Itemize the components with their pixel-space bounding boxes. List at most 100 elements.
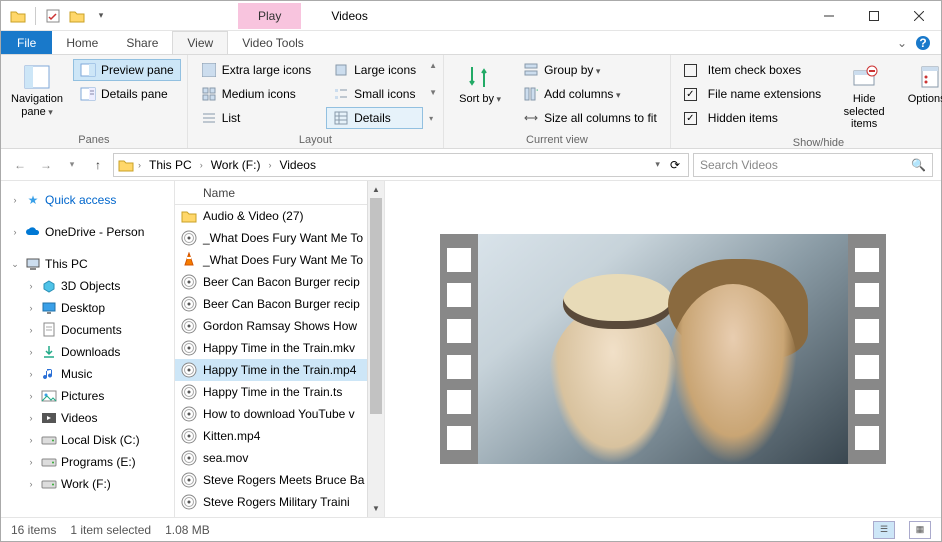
nav-item[interactable]: ›Pictures <box>1 385 174 407</box>
nav-item[interactable]: ›Programs (E:) <box>1 451 174 473</box>
context-tab-play[interactable]: Play <box>238 3 301 29</box>
breadcrumb-this-pc[interactable]: This PC <box>145 156 196 174</box>
properties-icon[interactable] <box>42 5 64 27</box>
tab-home[interactable]: Home <box>52 31 112 54</box>
file-row[interactable]: _What Does Fury Want Me To <box>175 249 384 271</box>
file-type-icon <box>181 428 197 444</box>
file-name: How to download YouTube v <box>203 407 355 421</box>
breadcrumb-bar[interactable]: › This PC › Work (F:) › Videos ▾ ⟳ <box>113 153 689 177</box>
hide-selected-button[interactable]: Hide selected items <box>834 59 894 135</box>
nav-item-icon <box>41 344 57 360</box>
layout-more-icon[interactable]: ▾ <box>429 114 437 123</box>
maximize-button[interactable] <box>851 1 896 31</box>
ribbon-group-current-view: Sort by Group by +Add columns Size all c… <box>444 55 671 148</box>
details-view-toggle[interactable]: ☰ <box>873 521 895 539</box>
status-size: 1.08 MB <box>165 523 210 537</box>
file-row[interactable]: Audio & Video (27) <box>175 205 384 227</box>
cloud-icon <box>25 224 41 240</box>
large-icons-button[interactable]: Large icons <box>326 59 423 81</box>
file-row[interactable]: Happy Time in the Train.mkv <box>175 337 384 359</box>
file-row[interactable]: Gordon Ramsay Shows How <box>175 315 384 337</box>
nav-item[interactable]: ›Videos <box>1 407 174 429</box>
details-view-button[interactable]: Details <box>326 107 423 129</box>
explorer-body: ›★Quick access ›OneDrive - Person ⌄This … <box>1 181 941 517</box>
file-row[interactable]: Steve Rogers Meets Bruce Ba <box>175 469 384 491</box>
list-button[interactable]: List <box>194 107 318 129</box>
refresh-icon[interactable]: ⟳ <box>666 158 684 172</box>
nav-item[interactable]: ›Desktop <box>1 297 174 319</box>
file-row[interactable]: Beer Can Bacon Burger recip <box>175 293 384 315</box>
chevron-right-icon[interactable]: › <box>136 160 143 170</box>
scroll-up-icon[interactable]: ▲ <box>368 181 384 198</box>
layout-scroll-down-icon[interactable]: ▼ <box>429 88 437 97</box>
size-columns-button[interactable]: Size all columns to fit <box>516 107 664 129</box>
file-type-icon <box>181 252 197 268</box>
search-icon: 🔍 <box>911 158 926 172</box>
back-button[interactable]: ← <box>9 154 31 176</box>
nav-item-icon <box>41 410 57 426</box>
navigation-tree[interactable]: ›★Quick access ›OneDrive - Person ⌄This … <box>1 181 175 517</box>
file-name: Steve Rogers Military Traini <box>203 495 350 509</box>
file-type-icon <box>181 472 197 488</box>
nav-item[interactable]: ›Work (F:) <box>1 473 174 495</box>
small-icons-button[interactable]: Small icons <box>326 83 423 105</box>
details-pane-button[interactable]: Details pane <box>73 83 181 105</box>
nav-item[interactable]: ›Music <box>1 363 174 385</box>
file-row[interactable]: Happy Time in the Train.ts <box>175 381 384 403</box>
file-row[interactable]: Kitten.mp4 <box>175 425 384 447</box>
nav-onedrive[interactable]: ›OneDrive - Person <box>1 221 174 243</box>
options-button[interactable]: Options <box>900 59 942 110</box>
chevron-right-icon[interactable]: › <box>266 160 273 170</box>
recent-locations-dropdown[interactable]: ▾ <box>61 154 83 176</box>
qat-customize-dropdown[interactable] <box>90 5 112 27</box>
file-extensions-toggle[interactable]: File name extensions <box>677 83 828 105</box>
file-row[interactable]: Beer Can Bacon Burger recip <box>175 271 384 293</box>
vertical-scrollbar[interactable]: ▲ ▼ <box>367 181 384 517</box>
file-row[interactable]: sea.mov <box>175 447 384 469</box>
nav-item[interactable]: ›Local Disk (C:) <box>1 429 174 451</box>
nav-this-pc[interactable]: ⌄This PC <box>1 253 174 275</box>
column-header-name[interactable]: Name <box>175 181 384 205</box>
file-row[interactable]: Happy Time in the Train.mp4 <box>175 359 384 381</box>
layout-scroll-up-icon[interactable]: ▲ <box>429 61 437 70</box>
sort-by-button[interactable]: Sort by <box>450 59 510 110</box>
tab-file[interactable]: File <box>1 31 52 54</box>
breadcrumb-work[interactable]: Work (F:) <box>207 156 265 174</box>
nav-item[interactable]: ›Downloads <box>1 341 174 363</box>
breadcrumb-videos[interactable]: Videos <box>275 156 319 174</box>
file-row[interactable]: Steve Rogers Military Traini <box>175 491 384 513</box>
minimize-button[interactable] <box>806 1 851 31</box>
file-row[interactable]: _What Does Fury Want Me To <box>175 227 384 249</box>
chevron-right-icon[interactable]: › <box>198 160 205 170</box>
close-button[interactable] <box>896 1 941 31</box>
tab-share[interactable]: Share <box>112 31 172 54</box>
help-icon[interactable]: ? <box>915 35 931 51</box>
scroll-down-icon[interactable]: ▼ <box>368 500 384 517</box>
forward-button[interactable]: → <box>35 154 57 176</box>
address-dropdown-icon[interactable]: ▾ <box>651 159 664 170</box>
new-folder-icon[interactable] <box>66 5 88 27</box>
preview-pane-button[interactable]: Preview pane <box>73 59 181 81</box>
tab-video-tools[interactable]: Video Tools <box>228 31 318 54</box>
medium-icons-button[interactable]: Medium icons <box>194 83 318 105</box>
nav-quick-access[interactable]: ›★Quick access <box>1 189 174 211</box>
search-box[interactable]: Search Videos 🔍 <box>693 153 933 177</box>
group-by-button[interactable]: Group by <box>516 59 664 81</box>
file-list: Name Audio & Video (27)_What Does Fury W… <box>175 181 385 517</box>
add-columns-button[interactable]: +Add columns <box>516 83 664 105</box>
nav-item[interactable]: ›Documents <box>1 319 174 341</box>
file-name: Gordon Ramsay Shows How <box>203 319 357 333</box>
item-checkboxes-toggle[interactable]: Item check boxes <box>677 59 828 81</box>
preview-pane <box>385 181 941 517</box>
nav-item-label: 3D Objects <box>61 279 120 293</box>
navigation-pane-button[interactable]: Navigation pane <box>7 59 67 122</box>
hidden-items-toggle[interactable]: Hidden items <box>677 107 828 129</box>
up-button[interactable]: ↑ <box>87 154 109 176</box>
extra-large-icons-button[interactable]: Extra large icons <box>194 59 318 81</box>
nav-item[interactable]: ›3D Objects <box>1 275 174 297</box>
file-row[interactable]: How to download YouTube v <box>175 403 384 425</box>
ribbon-expand-icon[interactable]: ⌄ <box>897 36 907 50</box>
scrollbar-thumb[interactable] <box>370 198 382 414</box>
tab-view[interactable]: View <box>172 31 228 54</box>
thumbnails-view-toggle[interactable]: ▦ <box>909 521 931 539</box>
